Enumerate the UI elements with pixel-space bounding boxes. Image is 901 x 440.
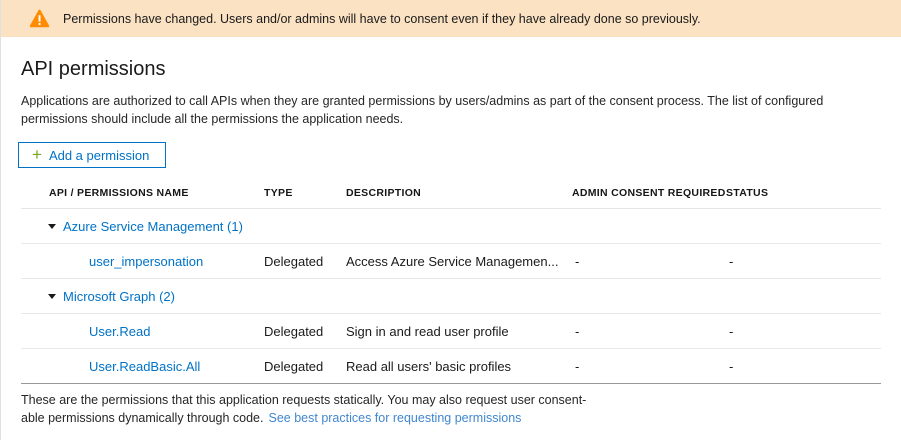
- group-row-azure-service-management[interactable]: Azure Service Management (1): [21, 209, 881, 244]
- group-toggle[interactable]: Microsoft Graph (2): [21, 289, 264, 304]
- permission-description: Access Azure Service Managemen...: [346, 254, 571, 269]
- chevron-down-icon[interactable]: [48, 224, 56, 229]
- permission-name-cell: user_impersonation: [21, 254, 264, 269]
- table-header-row: API / PERMISSIONS NAME TYPE DESCRIPTION …: [21, 178, 881, 209]
- admin-consent-value: -: [571, 254, 725, 269]
- admin-consent-value: -: [571, 359, 725, 374]
- table-row[interactable]: user_impersonation Delegated Access Azur…: [21, 244, 881, 279]
- permission-type: Delegated: [264, 324, 346, 339]
- header-description: DESCRIPTION: [346, 187, 571, 199]
- add-permission-button[interactable]: + Add a permission: [18, 142, 166, 168]
- note-line1: These are the permissions that this appl…: [21, 393, 586, 407]
- plus-icon: +: [32, 146, 42, 163]
- header-api-permissions-name: API / PERMISSIONS NAME: [21, 187, 264, 199]
- permissions-table: API / PERMISSIONS NAME TYPE DESCRIPTION …: [21, 178, 881, 384]
- warning-triangle-icon: [29, 9, 50, 28]
- page-description: Applications are authorized to call APIs…: [21, 92, 881, 128]
- best-practices-link[interactable]: See best practices for requesting permis…: [269, 411, 522, 425]
- permission-type: Delegated: [264, 254, 346, 269]
- status-value: -: [725, 324, 881, 339]
- table-row[interactable]: User.ReadBasic.All Delegated Read all us…: [21, 349, 881, 384]
- warning-banner: Permissions have changed. Users and/or a…: [1, 0, 901, 37]
- permission-type: Delegated: [264, 359, 346, 374]
- note-line2: able permissions dynamically through cod…: [21, 411, 264, 425]
- header-type: TYPE: [264, 187, 346, 199]
- status-value: -: [725, 359, 881, 374]
- group-toggle[interactable]: Azure Service Management (1): [21, 219, 264, 234]
- admin-consent-value: -: [571, 324, 725, 339]
- permission-link[interactable]: user_impersonation: [89, 254, 203, 269]
- permission-name-cell: User.Read: [21, 324, 264, 339]
- page-title: API permissions: [21, 58, 901, 81]
- permission-description: Read all users' basic profiles: [346, 359, 571, 374]
- warning-banner-message: Permissions have changed. Users and/or a…: [63, 12, 701, 26]
- group-row-microsoft-graph[interactable]: Microsoft Graph (2): [21, 279, 881, 314]
- header-status: STATUS: [725, 187, 881, 199]
- add-permission-label: Add a permission: [49, 148, 149, 163]
- static-permissions-note: These are the permissions that this appl…: [21, 391, 881, 427]
- status-value: -: [725, 254, 881, 269]
- permission-name-cell: User.ReadBasic.All: [21, 359, 264, 374]
- permission-link[interactable]: User.ReadBasic.All: [89, 359, 200, 374]
- table-row[interactable]: User.Read Delegated Sign in and read use…: [21, 314, 881, 349]
- permission-description: Sign in and read user profile: [346, 324, 571, 339]
- chevron-down-icon[interactable]: [48, 294, 56, 299]
- group-name-link[interactable]: Microsoft Graph (2): [63, 289, 175, 304]
- permission-link[interactable]: User.Read: [89, 324, 150, 339]
- group-name-link[interactable]: Azure Service Management (1): [63, 219, 243, 234]
- header-admin-consent-required: ADMIN CONSENT REQUIRED: [571, 187, 725, 199]
